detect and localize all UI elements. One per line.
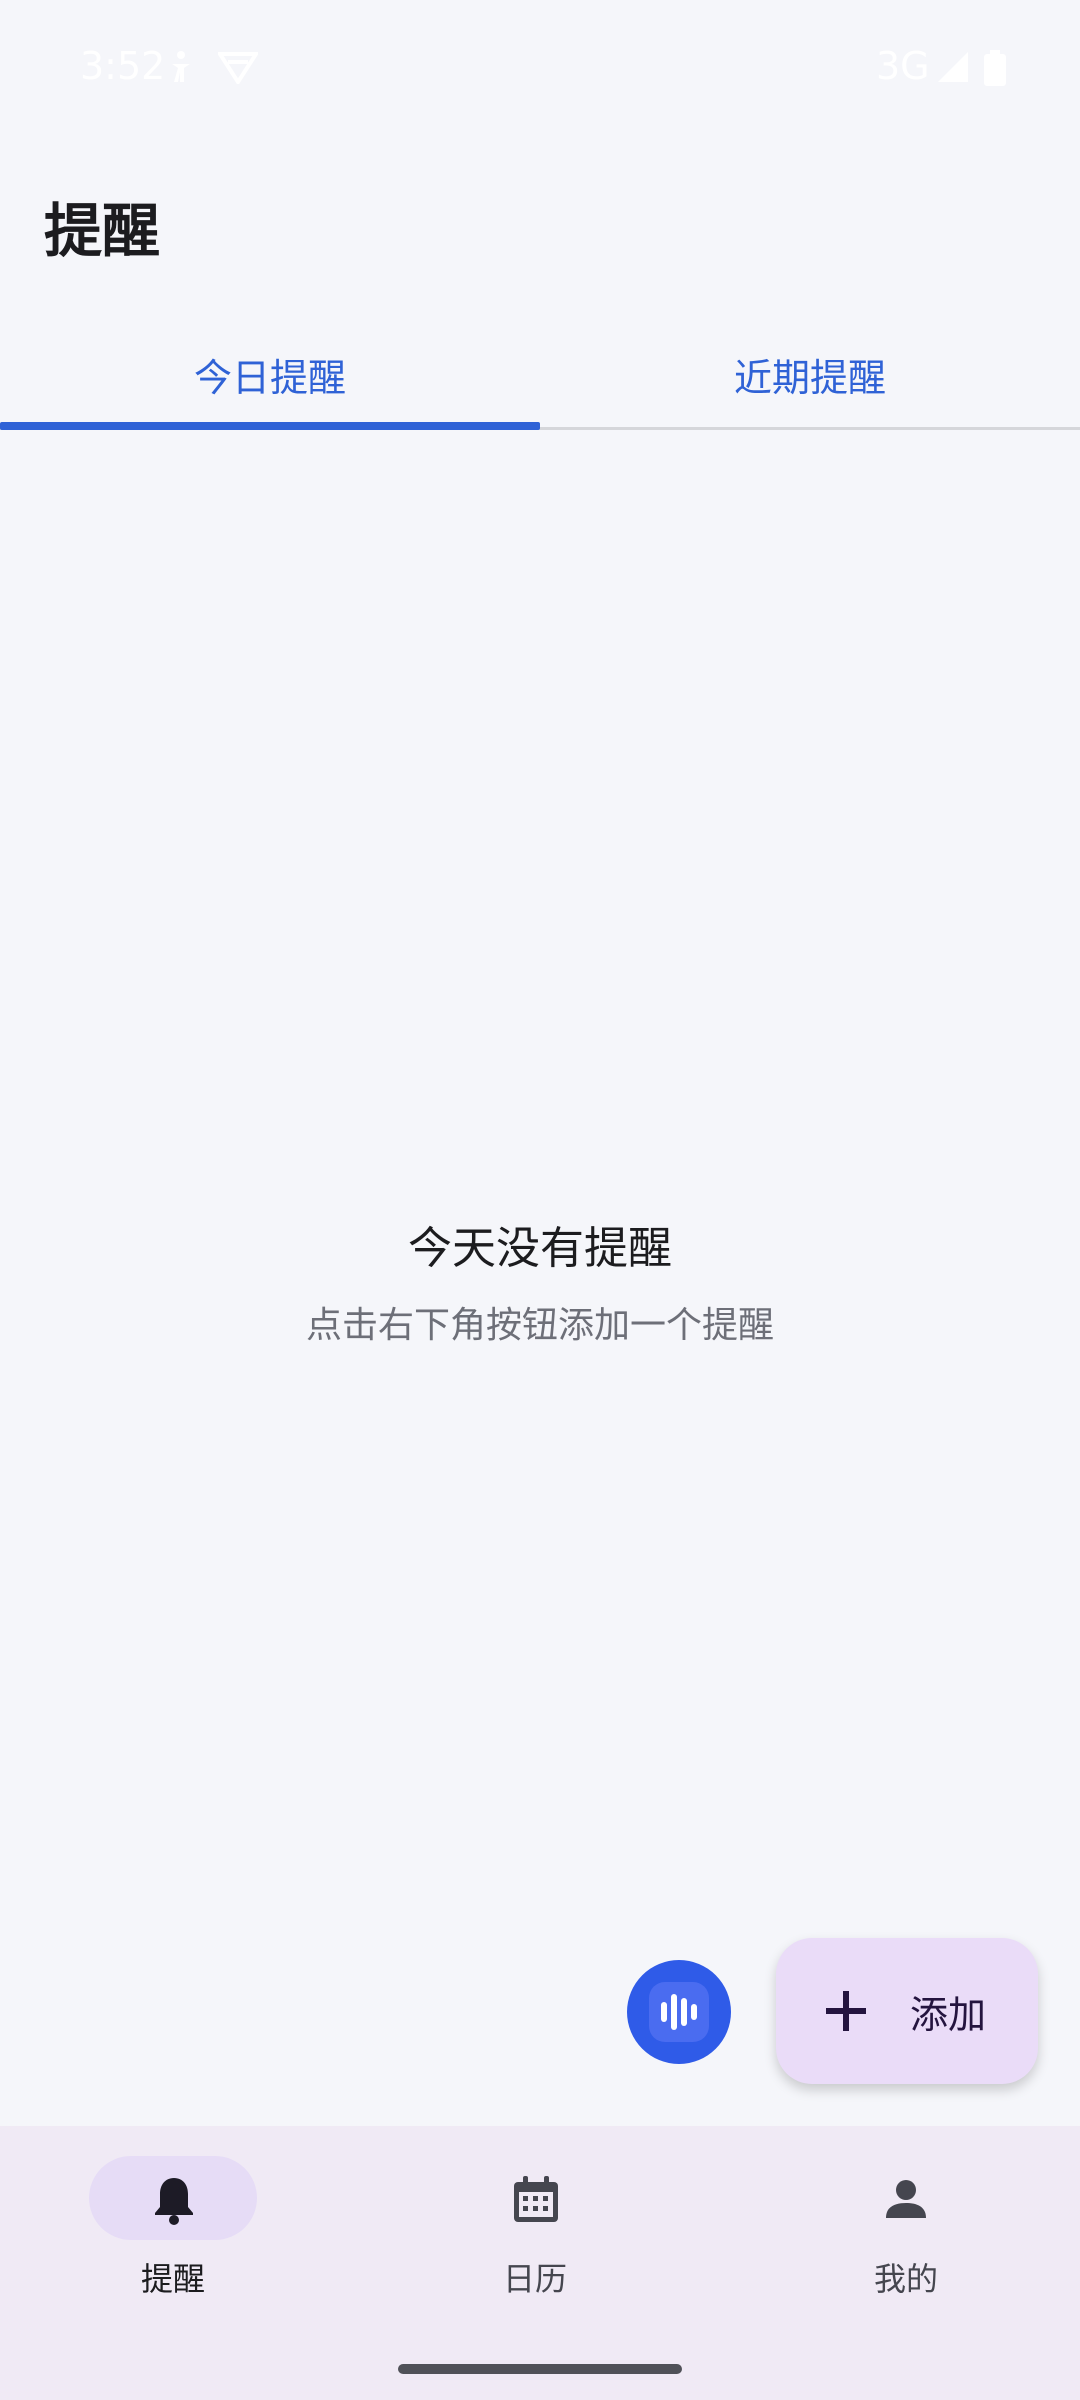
tab-label: 今日提醒: [193, 355, 346, 400]
nav-item-calendar[interactable]: 日历: [360, 2126, 720, 2400]
tab-bar: 今日提醒 近期提醒: [0, 318, 1080, 430]
voice-wave-icon: [649, 1982, 709, 2042]
home-indicator[interactable]: [398, 2364, 682, 2374]
app-notification-icon: [218, 52, 258, 84]
battery-icon: [984, 50, 1006, 86]
nav-label: 提醒: [140, 2260, 205, 2298]
tab-upcoming-reminders[interactable]: 近期提醒: [540, 318, 1080, 430]
nav-label: 日历: [502, 2260, 567, 2298]
nav-label: 我的: [873, 2260, 938, 2298]
network-type: 3G: [876, 44, 930, 88]
calendar-icon: [514, 2176, 558, 2222]
signal-icon: [938, 52, 968, 82]
tab-selected-indicator: [0, 422, 540, 430]
nav-item-profile[interactable]: 我的: [720, 2126, 1080, 2400]
page-title: 提醒: [44, 197, 161, 265]
tab-today-reminders[interactable]: 今日提醒: [0, 318, 540, 430]
empty-state-title: 今天没有提醒: [408, 1223, 672, 1274]
status-bar: 3:52 3G: [0, 0, 1080, 132]
add-button-label: 添加: [910, 1992, 987, 2037]
bell-icon: [155, 2178, 193, 2225]
nav-item-reminders[interactable]: 提醒: [0, 2126, 360, 2400]
plus-icon: [826, 1991, 866, 2031]
voice-input-button[interactable]: [627, 1960, 731, 2064]
person-icon: [886, 2180, 926, 2218]
add-reminder-button[interactable]: 添加: [776, 1938, 1038, 2084]
empty-state-subtitle: 点击右下角按钮添加一个提醒: [305, 1305, 774, 1346]
bottom-navigation: 提醒 日历 我的: [0, 2126, 1080, 2400]
status-time: 3:52: [80, 44, 166, 88]
tab-label: 近期提醒: [733, 355, 886, 400]
accessibility-icon: [172, 51, 190, 82]
